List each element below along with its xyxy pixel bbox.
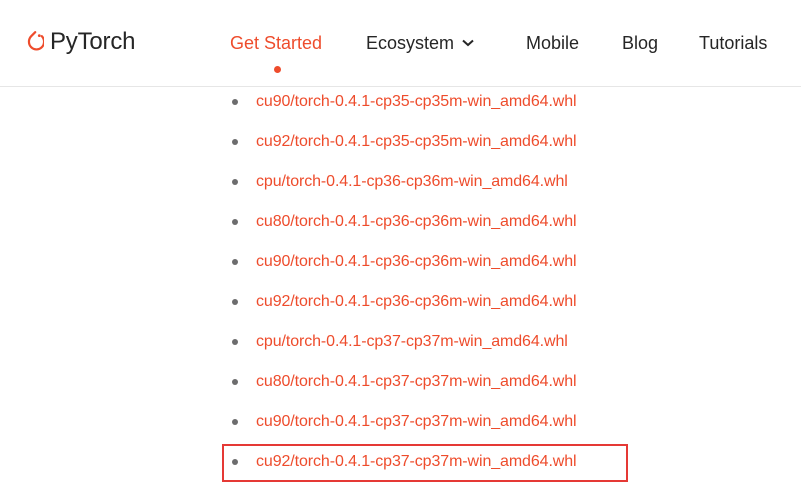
active-nav-indicator	[274, 66, 281, 73]
bullet	[232, 379, 238, 385]
wheel-link[interactable]: cu90/torch-0.4.1-cp36-cp36m-win_amd64.wh…	[256, 253, 577, 271]
list-item: cu92/torch-0.4.1-cp35-cp35m-win_amd64.wh…	[232, 130, 577, 154]
wheel-link[interactable]: cpu/torch-0.4.1-cp36-cp36m-win_amd64.whl	[256, 173, 568, 191]
wheel-link[interactable]: cu92/torch-0.4.1-cp35-cp35m-win_amd64.wh…	[256, 133, 577, 151]
chevron-down-icon	[462, 39, 474, 47]
main-nav: Get Started Ecosystem Mobile Blog Tutori…	[0, 0, 801, 86]
wheel-link[interactable]: cu80/torch-0.4.1-cp36-cp36m-win_amd64.wh…	[256, 213, 577, 231]
bullet	[232, 219, 238, 225]
bullet	[232, 99, 238, 105]
site-header: PyTorch Get Started Ecosystem Mobile Blo…	[0, 0, 801, 87]
wheel-link[interactable]: cu90/torch-0.4.1-cp35-cp35m-win_amd64.wh…	[256, 93, 577, 111]
list-item: cpu/torch-0.4.1-cp37-cp37m-win_amd64.whl	[232, 330, 568, 354]
wheel-link[interactable]: cu80/torch-0.4.1-cp37-cp37m-win_amd64.wh…	[256, 373, 577, 391]
wheel-list-section: cu90/torch-0.4.1-cp35-cp35m-win_amd64.wh…	[0, 86, 801, 500]
wheel-link[interactable]: cu90/torch-0.4.1-cp37-cp37m-win_amd64.wh…	[256, 413, 577, 431]
list-item: cu80/torch-0.4.1-cp37-cp37m-win_amd64.wh…	[232, 370, 577, 394]
list-item: cu80/torch-0.4.1-cp36-cp36m-win_amd64.wh…	[232, 210, 577, 234]
list-item: cu90/torch-0.4.1-cp36-cp36m-win_amd64.wh…	[232, 250, 577, 274]
nav-ecosystem-label: Ecosystem	[366, 33, 455, 53]
bullet	[232, 179, 238, 185]
list-item: cu90/torch-0.4.1-cp37-cp37m-win_amd64.wh…	[232, 410, 577, 434]
nav-mobile[interactable]: Mobile	[526, 31, 579, 55]
wheel-link[interactable]: cpu/torch-0.4.1-cp37-cp37m-win_amd64.whl	[256, 333, 568, 351]
nav-get-started[interactable]: Get Started	[230, 31, 322, 55]
nav-ecosystem[interactable]: Ecosystem	[366, 31, 474, 55]
bullet	[232, 139, 238, 145]
bullet	[232, 419, 238, 425]
wheel-link[interactable]: cu92/torch-0.4.1-cp36-cp36m-win_amd64.wh…	[256, 293, 577, 311]
list-item: cpu/torch-0.4.1-cp36-cp36m-win_amd64.whl	[232, 170, 568, 194]
list-item: cu92/torch-0.4.1-cp36-cp36m-win_amd64.wh…	[232, 290, 577, 314]
nav-tutorials[interactable]: Tutorials	[699, 31, 767, 55]
nav-blog[interactable]: Blog	[622, 31, 658, 55]
list-item: cu90/torch-0.4.1-cp35-cp35m-win_amd64.wh…	[232, 90, 577, 114]
highlight-box	[222, 444, 628, 482]
bullet	[232, 299, 238, 305]
bullet	[232, 259, 238, 265]
bullet	[232, 339, 238, 345]
